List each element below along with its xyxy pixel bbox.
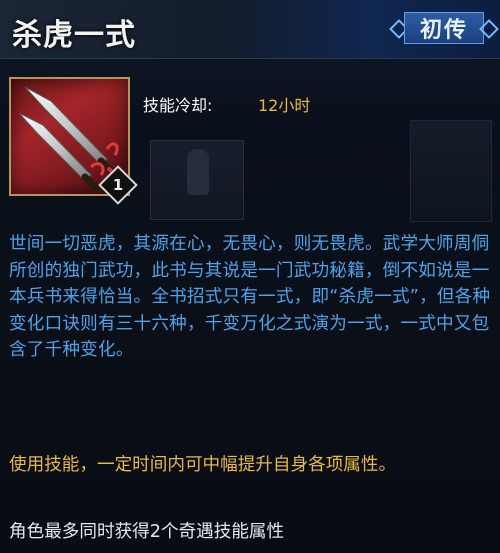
background-portrait [150,140,244,220]
skill-description: 世间一切恶虎，其源在心，无畏心，则无畏虎。武学大师周侗所创的独门武功，此书与其说… [9,234,491,361]
skill-level: 1 [112,176,124,194]
skill-limit-note: 角色最多同时获得2个奇遇技能属性 [9,522,285,542]
skill-tooltip-panel: 杀虎一式 初传 1 技能冷却: 12小时 世间一切恶虎，其源在心，无畏心，则无畏… [0,0,500,553]
skill-usage: 使用技能，一定时间内可中幅提升自身各项属性。 [9,455,397,475]
rank-badge-label: 初传 [419,18,468,43]
portrait-figure [187,149,209,195]
background-panel [410,120,492,222]
rank-badge: 初传 [389,11,499,45]
cooldown-value: 12小时 [258,96,311,115]
skill-title: 杀虎一式 [12,18,136,53]
cooldown-label: 技能冷却: [143,96,213,115]
tooltip-header: 杀虎一式 初传 [0,0,500,59]
